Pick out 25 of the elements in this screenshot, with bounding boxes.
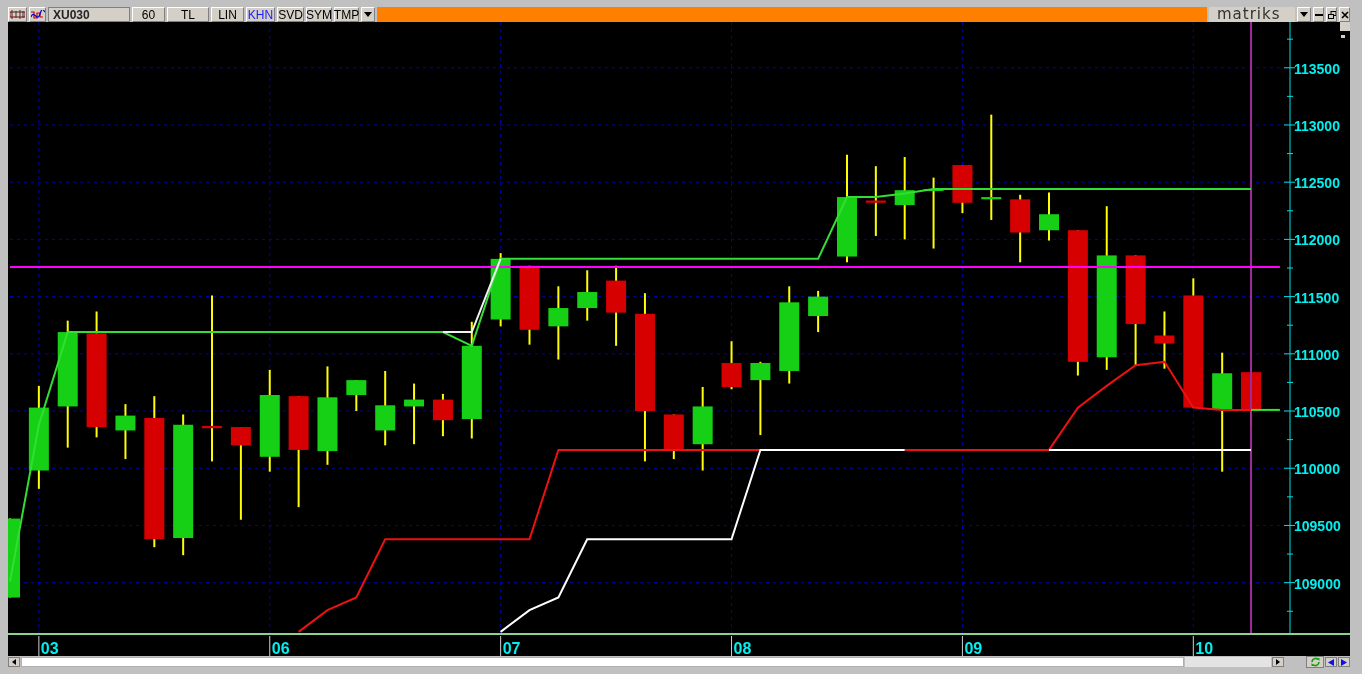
axis-label: 111000 [1294,346,1340,363]
axis-label: 113000 [1294,118,1340,134]
axis-label: 03 [40,640,59,656]
toolbar-button[interactable]: 60 [132,7,165,22]
axis-label: 10 [1195,640,1214,656]
toolbar-button[interactable]: TL [167,7,209,22]
axis-label: 109500 [1294,518,1341,535]
axis-label: 110000 [1294,461,1340,478]
axis-label: 110500 [1294,404,1340,421]
axis-label: 06 [271,640,290,656]
axis-label: 08 [733,640,752,656]
axis-label: 112000 [1294,232,1340,249]
axis-label: 113500 [1294,60,1340,77]
toolbar-button[interactable]: TMP [334,7,359,22]
axis-label: 111500 [1294,289,1340,306]
toolbar-button[interactable]: LIN [211,7,244,22]
axis-label: 112500 [1294,175,1340,192]
symbol-field[interactable]: XU030 [48,7,130,22]
axis-label: 109000 [1294,575,1341,592]
toolbar-button[interactable]: SVD [277,7,304,22]
axis-label: 07 [502,640,521,656]
toolbar-button[interactable]: SYM [306,7,332,22]
logo-text: matriks [1209,7,1295,22]
axis-label: 09 [964,640,983,656]
toolbar-button[interactable]: KHN [246,7,275,22]
